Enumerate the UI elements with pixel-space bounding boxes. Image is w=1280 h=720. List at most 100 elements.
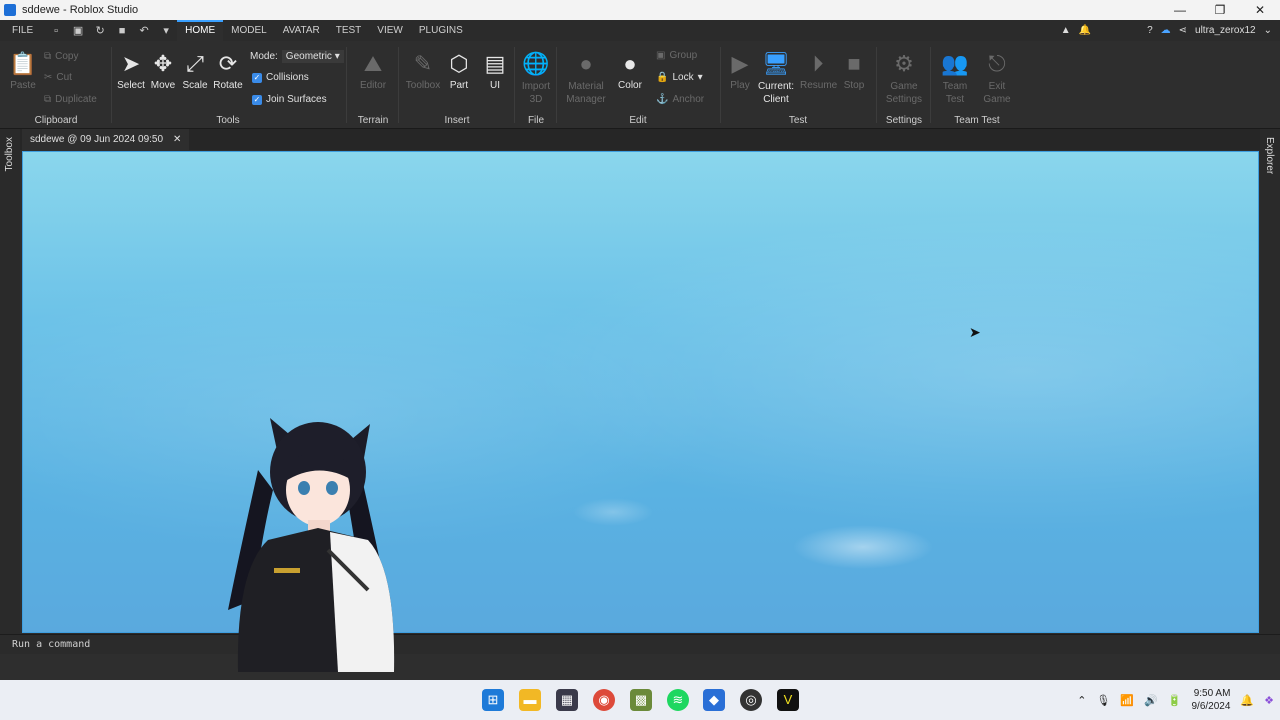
explorer-side-tab[interactable]: Explorer — [1264, 137, 1275, 174]
roblox-studio-taskbar-icon[interactable]: ◆ — [703, 689, 725, 711]
clock[interactable]: 9:50 AM 9/6/2024 — [1191, 687, 1230, 713]
chrome-icon[interactable]: ◉ — [593, 689, 615, 711]
3d-viewport[interactable]: ➤ — [22, 151, 1259, 633]
collapse-ribbon-icon[interactable]: ▲ — [1061, 25, 1071, 36]
tab-view[interactable]: VIEW — [369, 20, 411, 41]
divider — [930, 47, 931, 123]
part-button[interactable]: ⬡ Part — [444, 51, 474, 91]
part-cube-icon: ⬡ — [449, 51, 469, 76]
help-icon[interactable]: ? — [1147, 25, 1153, 36]
user-menu-chevron-icon[interactable]: ⌄ — [1264, 25, 1272, 36]
play-button[interactable]: ▶ Play — [724, 51, 756, 91]
command-bar[interactable]: Run a command — [0, 634, 1280, 654]
left-side-panel: Toolbox — [0, 129, 20, 634]
color-circle-icon: ● — [623, 51, 637, 76]
ui-button[interactable]: ▤ UI — [480, 51, 510, 91]
cut-button[interactable]: ✂ Cut — [44, 72, 72, 83]
menu-bar: FILE ▫ ▣ ↻ ■ ↶ ▾ HOME MODEL AVATAR TEST … — [0, 20, 1280, 41]
rotate-button[interactable]: ⟳ Rotate — [212, 51, 244, 91]
divider — [876, 47, 877, 123]
current-client-button[interactable]: 🖥 Current: Client — [756, 51, 796, 106]
game-settings-button[interactable]: ⚙ Game Settings — [882, 51, 926, 106]
cut-icon: ✂ — [44, 72, 53, 83]
team-test-button[interactable]: 👥 Team Test — [936, 51, 974, 106]
gear-icon: ⚙ — [894, 51, 914, 76]
obs-icon[interactable]: ◎ — [740, 689, 762, 711]
mode-dropdown[interactable]: Geometric ▾ — [281, 50, 344, 63]
game-settings-label-line1: Game — [890, 81, 918, 92]
ribbon: 📋 Paste ⧉ Copy ✂ Cut ⧉ Duplicate Clipboard … — [0, 41, 1280, 129]
file-explorer-icon[interactable]: ▬ — [519, 689, 541, 711]
save-icon[interactable]: ■ — [115, 24, 129, 38]
username[interactable]: ultra_zerox12 — [1195, 25, 1256, 36]
group-label: Group — [669, 50, 698, 61]
material-sphere-icon: ● — [579, 51, 593, 76]
tab-home[interactable]: HOME — [177, 20, 224, 41]
new-file-icon[interactable]: ▫ — [49, 24, 63, 38]
exit-game-label-line2: Game — [983, 94, 1011, 105]
command-bar-placeholder: Run a command — [12, 639, 91, 650]
tab-test[interactable]: TEST — [328, 20, 370, 41]
group-button[interactable]: ▣ Group — [656, 50, 697, 61]
paste-button[interactable]: 📋 Paste — [6, 51, 40, 91]
resume-button[interactable]: ⏵ Resume — [800, 51, 838, 91]
stop-button[interactable]: ■ Stop — [838, 51, 870, 91]
select-button[interactable]: ➤ Select — [116, 51, 146, 91]
store-icon[interactable]: ▦ — [556, 689, 578, 711]
vegas-icon[interactable]: V — [777, 689, 799, 711]
copilot-icon[interactable]: ❖ — [1264, 694, 1274, 707]
undo-icon[interactable]: ↶ — [137, 24, 151, 38]
exit-game-button[interactable]: ⎋ Exit Game — [978, 51, 1016, 106]
toolbox-side-tab[interactable]: Toolbox — [4, 137, 15, 171]
team-test-label-line2: Test — [945, 94, 965, 105]
show-hidden-icons-chevron-icon[interactable]: ⌃ — [1077, 694, 1086, 707]
team-test-label-line1: Team — [942, 81, 968, 92]
cloud-icon[interactable]: ☁ — [1161, 25, 1171, 36]
collisions-toggle[interactable]: ✓ Collisions — [252, 72, 309, 83]
microphone-icon[interactable]: 🎙 — [1096, 694, 1110, 707]
redo-icon[interactable]: ↻ — [93, 24, 107, 38]
rotate-label: Rotate — [213, 80, 243, 91]
color-button[interactable]: ● Color — [614, 51, 646, 91]
wifi-icon[interactable]: 📶 — [1120, 694, 1134, 707]
close-button[interactable]: ✕ — [1240, 0, 1280, 20]
tab-avatar[interactable]: AVATAR — [275, 20, 328, 41]
move-button[interactable]: ✥ Move — [148, 51, 178, 91]
join-surfaces-toggle[interactable]: ✓ Join Surfaces — [252, 94, 327, 105]
customize-chevron-icon[interactable]: ▾ — [159, 24, 173, 38]
minimize-button[interactable]: — — [1160, 0, 1200, 20]
terrain-editor-button[interactable]: ⛰ Editor — [354, 51, 392, 91]
minecraft-icon[interactable]: ▩ — [630, 689, 652, 711]
team-test-icon: 👥 — [941, 51, 969, 76]
mode-value: Geometric — [285, 51, 332, 62]
resume-label: Resume — [800, 80, 838, 91]
share-icon[interactable]: ⋖ — [1179, 25, 1187, 36]
lock-button[interactable]: 🔒 Lock ▾ — [656, 72, 703, 83]
anchor-button[interactable]: ⚓ Anchor — [656, 94, 704, 105]
current-label-line2: Client — [763, 94, 789, 105]
volume-icon[interactable]: 🔊 — [1144, 694, 1158, 707]
notification-bell-icon[interactable]: 🔔 — [1240, 694, 1254, 707]
import-3d-button[interactable]: 🌐 Import 3D — [518, 51, 554, 106]
team-test-group: 👥 Team Test ⎋ Exit Game Team Test — [932, 41, 1022, 129]
exit-game-label-line1: Exit — [988, 81, 1006, 92]
start-windows-icon[interactable]: ⊞ — [482, 689, 504, 711]
file-menu[interactable]: FILE — [0, 20, 45, 41]
toolbox-button[interactable]: ✎ Toolbox — [404, 51, 442, 91]
document-tab[interactable]: sddewe @ 09 Jun 2024 09:50 ✕ — [22, 129, 190, 150]
status-area — [0, 654, 1280, 680]
scale-button[interactable]: ⤢ Scale — [180, 51, 210, 91]
open-file-icon[interactable]: ▣ — [71, 24, 85, 38]
tab-plugins[interactable]: PLUGINS — [411, 20, 471, 41]
material-manager-button[interactable]: ● Material Manager — [564, 51, 608, 106]
restore-button[interactable]: ❐ — [1200, 0, 1240, 20]
notifications-icon[interactable]: 🔔 — [1079, 25, 1091, 36]
tab-model[interactable]: MODEL — [223, 20, 275, 41]
rotate-icon: ⟳ — [218, 51, 238, 76]
spotify-icon[interactable]: ≋ — [667, 689, 689, 711]
copy-button[interactable]: ⧉ Copy — [44, 51, 79, 62]
close-tab-icon[interactable]: ✕ — [173, 129, 181, 150]
duplicate-button[interactable]: ⧉ Duplicate — [44, 94, 97, 105]
battery-icon[interactable]: 🔋 — [1168, 694, 1182, 707]
clock-date: 9/6/2024 — [1191, 701, 1231, 712]
